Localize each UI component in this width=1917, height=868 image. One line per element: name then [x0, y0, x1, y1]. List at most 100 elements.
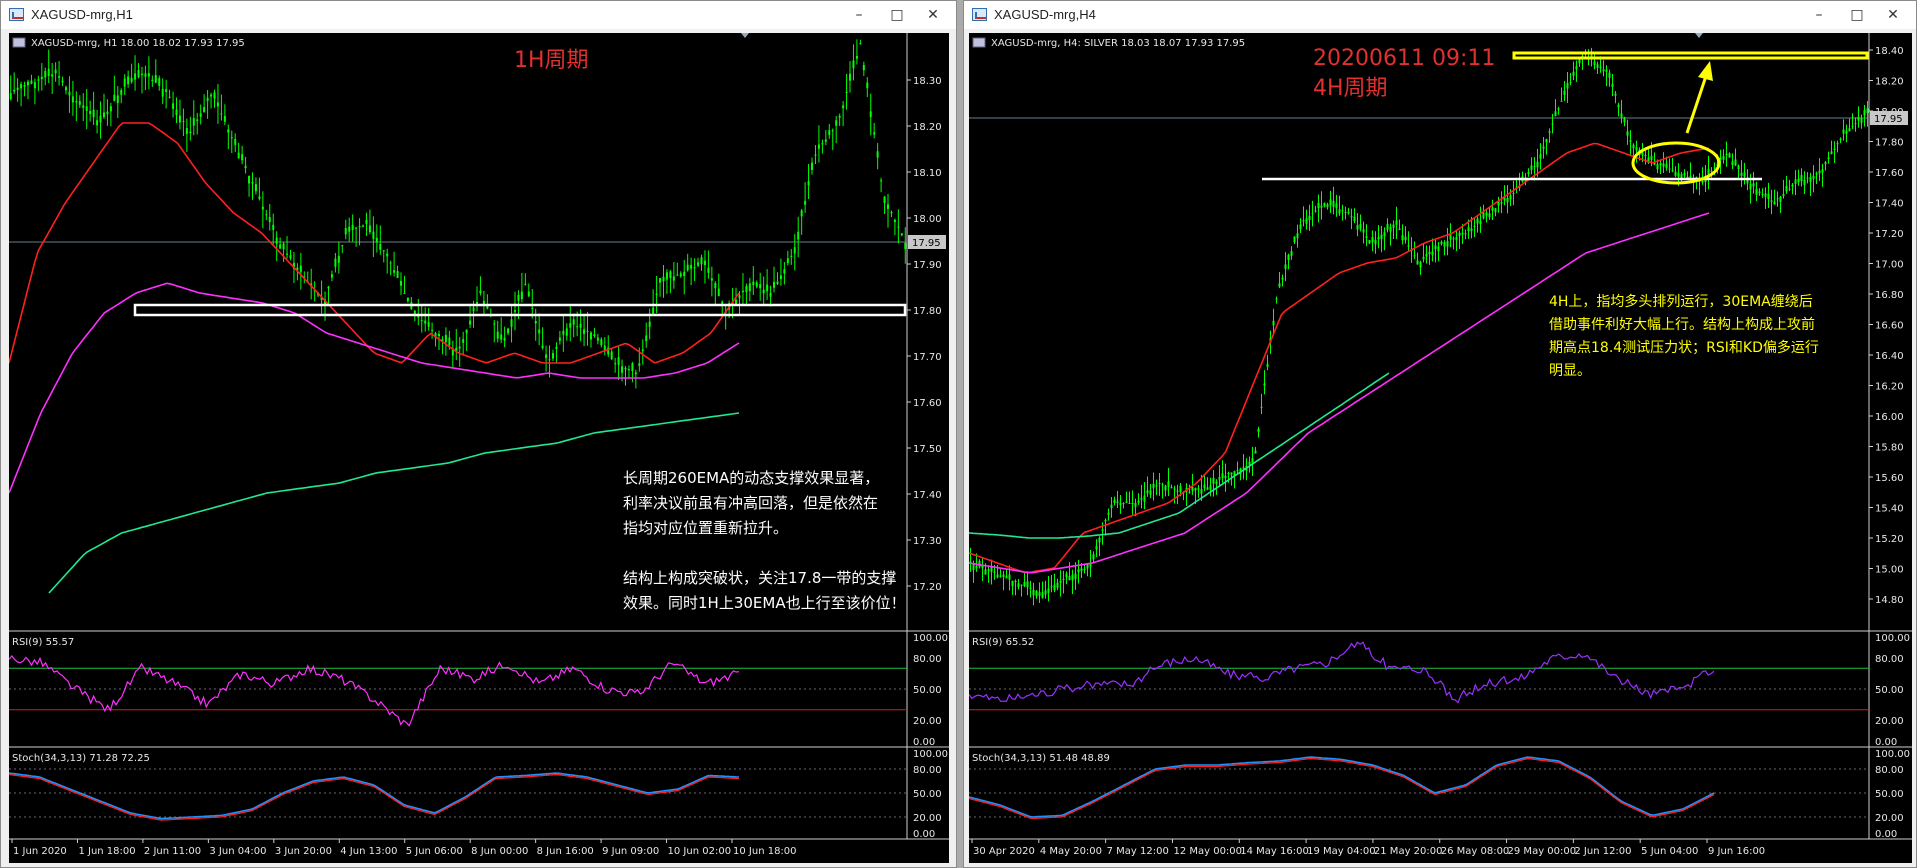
candle-body — [341, 245, 344, 247]
candle-body — [579, 323, 582, 328]
candle-body — [1572, 71, 1575, 76]
minimize-button[interactable]: – — [842, 3, 876, 27]
candle-body — [614, 363, 617, 365]
candle-body — [154, 75, 157, 83]
stoch-axis-label: 50.00 — [1875, 789, 1904, 800]
candle-body — [1341, 210, 1344, 212]
ema-30-line — [9, 122, 740, 364]
candle-body — [975, 565, 978, 569]
candle-body — [182, 121, 185, 123]
candle-body — [1740, 172, 1743, 177]
chart-window-icon — [972, 8, 987, 21]
candle-body — [676, 274, 679, 276]
candle-body — [1314, 210, 1317, 212]
price-tick-label: 17.40 — [1875, 199, 1904, 210]
candle-body — [1548, 131, 1551, 133]
candle-body — [1143, 495, 1146, 502]
candle-body — [800, 210, 803, 217]
stoch-axis-label: 50.00 — [913, 789, 942, 800]
candle-body — [1323, 203, 1326, 207]
candle-body — [1668, 168, 1671, 170]
candle-body — [887, 204, 890, 209]
candle-body — [400, 280, 403, 286]
time-tick-label: 26 May 08:00 — [1441, 846, 1510, 857]
close-button[interactable]: ✕ — [1876, 3, 1910, 27]
window-titlebar[interactable]: XAGUSD-mrg,H4 – □ ✕ — [964, 1, 1916, 29]
candle-body — [234, 138, 237, 145]
candle-body — [1659, 163, 1662, 166]
price-tick-label: 17.80 — [1875, 138, 1904, 149]
candle-body — [192, 117, 195, 126]
minimize-button[interactable]: – — [1802, 3, 1836, 27]
price-tick-label: 16.40 — [1875, 351, 1904, 362]
candle-body — [1683, 172, 1686, 176]
candle-body — [1434, 245, 1437, 250]
candle-body — [393, 270, 396, 273]
chart-window-h4[interactable]: XAGUSD-mrg,H4 – □ ✕ 18.4018.2018.0017.80… — [963, 0, 1917, 868]
candle-body — [438, 333, 441, 337]
candle-body — [1743, 172, 1746, 177]
close-button[interactable]: ✕ — [916, 3, 950, 27]
rsi-line — [9, 655, 740, 727]
maximize-button[interactable]: □ — [1840, 3, 1874, 27]
candle-body — [1014, 580, 1017, 583]
candle-body — [741, 290, 744, 293]
candle-body — [1137, 500, 1140, 503]
candle-body — [1563, 90, 1566, 95]
candle-body — [1734, 159, 1737, 166]
annotation-text-line: 借助事件利好大幅上行。结构上构成上攻前 — [1549, 316, 1815, 333]
candle-body — [972, 564, 975, 570]
candle-body — [165, 89, 168, 92]
price-tick-label: 18.20 — [913, 122, 942, 133]
chart-canvas[interactable]: 18.4018.2018.0017.8017.6017.4017.2017.00… — [969, 33, 1912, 863]
candle-body — [1086, 564, 1089, 569]
candle-body — [272, 224, 275, 230]
price-tick-label: 17.40 — [913, 490, 942, 501]
maximize-button[interactable]: □ — [880, 3, 914, 27]
candle-body — [120, 90, 123, 95]
candle-body — [672, 276, 675, 281]
candle-body — [23, 85, 26, 87]
stoch-signal-line — [9, 773, 740, 821]
candle-body — [102, 112, 105, 118]
candle-body — [1296, 233, 1299, 239]
candle-body — [565, 328, 568, 336]
candle-body — [1467, 227, 1470, 232]
candle-body — [1806, 177, 1809, 179]
candle-body — [634, 372, 637, 375]
candle-body — [68, 91, 71, 96]
candle-body — [1863, 110, 1866, 116]
rsi-axis-label: 50.00 — [1875, 685, 1904, 696]
candle-body — [500, 334, 503, 340]
candle-body — [1791, 184, 1794, 187]
stoch-axis-label: 100.00 — [913, 749, 948, 760]
candle-body — [589, 332, 592, 340]
candle-body — [1224, 475, 1227, 479]
candle-body — [1509, 195, 1512, 200]
chart-area[interactable]: 18.4018.2018.0017.8017.6017.4017.2017.00… — [969, 33, 1912, 863]
candle-body — [1713, 167, 1716, 169]
candle-body — [16, 87, 19, 90]
candle-body — [876, 151, 879, 158]
rsi-label: RSI(9) 55.57 — [12, 637, 74, 648]
candle-body — [1536, 161, 1539, 168]
support-zone-box — [133, 303, 907, 317]
candle-body — [1848, 128, 1851, 132]
candle-body — [241, 154, 244, 161]
rsi-label: RSI(9) 65.52 — [972, 637, 1034, 648]
chart-area[interactable]: 18.30 18.20 18.10 18.00 17.90 17.80 17.70 17.60… — [9, 33, 949, 863]
chart-canvas[interactable]: 18.30 18.20 18.10 18.00 17.90 17.80 17.70 17.60… — [9, 33, 949, 863]
candle-body — [1728, 153, 1731, 158]
candle-body — [1545, 138, 1548, 143]
candle-body — [1560, 100, 1563, 102]
price-tick-label: 16.00 — [1875, 412, 1904, 423]
candle-body — [1149, 490, 1152, 495]
time-tick-label: 10 Jun 02:00 — [668, 846, 732, 857]
chart-window-h1[interactable]: XAGUSD-mrg,H1 – □ ✕ 18.30 18.20 18.10 18.00… — [0, 0, 957, 868]
candle-body — [748, 283, 751, 292]
candle-body — [1275, 298, 1278, 300]
candle-body — [1005, 576, 1008, 579]
window-titlebar[interactable]: XAGUSD-mrg,H1 – □ ✕ — [1, 1, 956, 29]
candle-body — [1830, 151, 1833, 155]
candle-body — [1194, 487, 1197, 491]
